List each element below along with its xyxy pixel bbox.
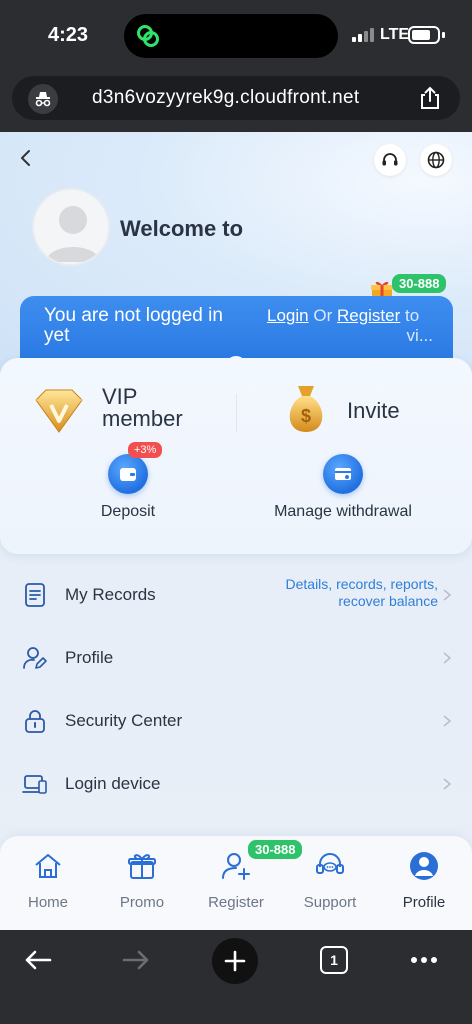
link-icon bbox=[137, 25, 159, 47]
menu-item-profile[interactable]: Profile bbox=[0, 627, 472, 690]
incognito-icon[interactable] bbox=[28, 84, 58, 114]
chevron-right-icon bbox=[443, 652, 452, 664]
tab-home[interactable]: Home bbox=[3, 850, 93, 920]
welcome-title: Welcome to bbox=[120, 216, 244, 241]
deposit-label[interactable]: Deposit bbox=[78, 503, 178, 521]
login-actions: Login Or Register to vi... bbox=[267, 306, 437, 346]
chevron-right-icon bbox=[443, 589, 452, 601]
battery-icon bbox=[408, 26, 440, 44]
card-notch bbox=[206, 356, 266, 366]
plus-icon bbox=[224, 950, 246, 972]
tab-label: Support bbox=[303, 894, 357, 911]
chevron-right-icon bbox=[443, 715, 452, 727]
register-link[interactable]: Register bbox=[337, 306, 400, 325]
tabs-button[interactable]: 1 bbox=[312, 938, 356, 982]
vip-member-label[interactable]: VIP member bbox=[102, 386, 202, 430]
address-bar[interactable]: d3n6vozyyrek9g.cloudfront.net bbox=[12, 76, 460, 120]
truncated-text: vi... bbox=[406, 326, 433, 345]
login-link[interactable]: Login bbox=[267, 306, 309, 325]
invite-label[interactable]: Invite bbox=[347, 398, 400, 424]
tab-label: Promo bbox=[119, 894, 165, 911]
add-user-icon bbox=[222, 853, 250, 880]
or-text: Or bbox=[313, 306, 333, 325]
signal-icon bbox=[352, 28, 374, 42]
menu-list: My Records Details, records, reports, re… bbox=[0, 564, 472, 816]
tab-label: Home bbox=[27, 894, 68, 911]
withdrawal-button[interactable] bbox=[323, 454, 363, 494]
url-text[interactable]: d3n6vozyyrek9g.cloudfront.net bbox=[92, 87, 359, 109]
user-edit-icon bbox=[23, 647, 47, 669]
menu-item-security-center[interactable]: Security Center bbox=[0, 690, 472, 753]
share-icon[interactable] bbox=[416, 84, 444, 112]
manage-withdrawal-label[interactable]: Manage withdrawal bbox=[253, 503, 433, 521]
browser-back-button[interactable] bbox=[16, 938, 60, 982]
more-dots-icon bbox=[411, 957, 437, 963]
tab-label: Register bbox=[208, 894, 264, 911]
card-icon bbox=[335, 468, 351, 480]
status-time: 4:23 bbox=[48, 24, 89, 46]
language-button[interactable] bbox=[420, 144, 452, 176]
profile-page: Welcome to 30-888 You are not logged in … bbox=[0, 132, 472, 930]
new-tab-button[interactable] bbox=[212, 938, 258, 984]
support-headset-button[interactable] bbox=[374, 144, 406, 176]
not-logged-in-text: You are not logged in yet bbox=[44, 305, 223, 346]
globe-icon bbox=[427, 151, 445, 169]
chevron-right-icon bbox=[443, 778, 452, 790]
lock-icon bbox=[25, 710, 45, 733]
tab-label: Profile bbox=[402, 894, 446, 911]
browser-bottom-bar: 1 bbox=[0, 930, 472, 1024]
promo-badge: 30-888 bbox=[392, 274, 447, 293]
tab-support[interactable]: Support bbox=[285, 850, 375, 920]
to-text: to bbox=[405, 306, 420, 325]
browser-forward-button[interactable] bbox=[114, 938, 158, 982]
svg-text:$: $ bbox=[301, 406, 311, 426]
tab-register[interactable]: Register bbox=[191, 850, 281, 920]
headset-icon bbox=[316, 853, 344, 874]
home-icon bbox=[35, 854, 61, 878]
avatar[interactable] bbox=[32, 188, 110, 266]
wallet-icon bbox=[120, 468, 136, 481]
menu-item-login-device[interactable]: Login device bbox=[0, 753, 472, 816]
menu-label: Security Center bbox=[65, 711, 183, 730]
headset-icon bbox=[382, 153, 398, 166]
bottom-tab-bar: Home Promo Register 30-888 Support Profi… bbox=[0, 836, 472, 930]
arrow-right-icon bbox=[122, 950, 149, 970]
tab-promo[interactable]: Promo bbox=[97, 850, 187, 920]
network-label: LTE bbox=[380, 26, 410, 43]
menu-label: Login device bbox=[65, 774, 161, 793]
vip-diamond-icon[interactable] bbox=[30, 386, 88, 436]
member-card: VIP member $ Invite +3% Deposit Manage w… bbox=[0, 358, 472, 554]
deposit-button[interactable] bbox=[108, 454, 148, 494]
money-bag-icon[interactable]: $ bbox=[282, 380, 330, 436]
back-arrow-icon[interactable] bbox=[14, 146, 38, 170]
arrow-left-icon bbox=[25, 950, 52, 970]
menu-hint: Details, records, reports, recover balan… bbox=[285, 576, 439, 609]
menu-label: My Records bbox=[65, 585, 156, 604]
menu-label: Profile bbox=[65, 648, 114, 667]
gift-icon bbox=[128, 854, 156, 879]
tab-count: 1 bbox=[320, 946, 348, 974]
document-icon bbox=[25, 583, 45, 607]
more-menu-button[interactable] bbox=[402, 938, 446, 982]
user-icon bbox=[410, 852, 438, 880]
deposit-bonus-badge: +3% bbox=[128, 442, 163, 458]
laptop-icon bbox=[22, 775, 47, 794]
menu-item-my-records[interactable]: My Records Details, records, reports, re… bbox=[0, 564, 472, 627]
browser-top-chrome: 4:23 LTE d3n6vozyyrek9g.cloudfront.net bbox=[0, 0, 472, 132]
tab-profile[interactable]: Profile bbox=[379, 850, 469, 920]
